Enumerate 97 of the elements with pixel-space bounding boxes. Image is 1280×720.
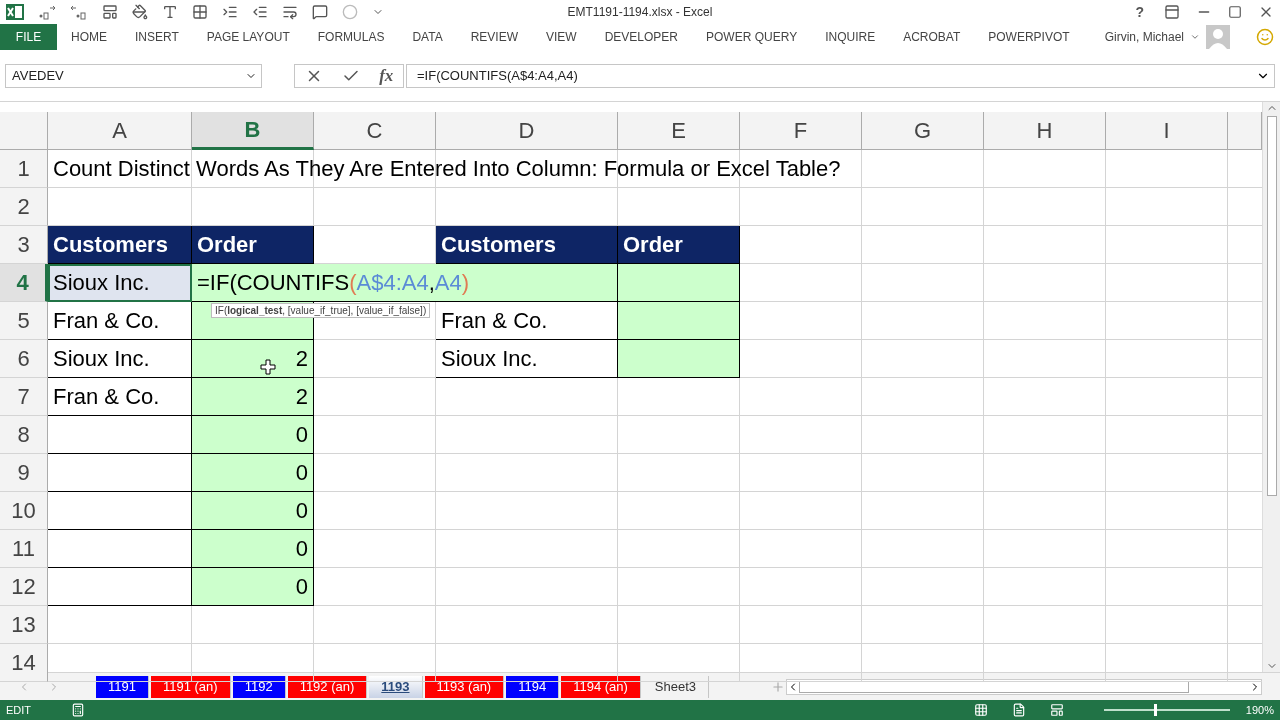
table-cell[interactable] <box>48 568 192 606</box>
borders-icon[interactable] <box>192 4 208 20</box>
row-header[interactable]: 14 <box>0 644 48 682</box>
table-cell[interactable]: 0 <box>192 454 314 492</box>
ribbon-tab[interactable]: ACROBAT <box>889 24 975 50</box>
active-cell[interactable]: Sioux Inc. <box>48 264 192 302</box>
table-cell[interactable] <box>618 302 740 340</box>
row-header[interactable]: 4 <box>0 264 48 302</box>
decimal-increase-icon[interactable] <box>38 4 56 20</box>
ribbon-tab[interactable]: POWERPIVOT <box>974 24 1084 50</box>
table-cell[interactable]: Sioux Inc. <box>436 340 618 378</box>
table-cell[interactable]: 0 <box>192 530 314 568</box>
table-cell[interactable] <box>618 264 740 302</box>
ribbon-tab[interactable]: REVIEW <box>456 24 532 50</box>
normal-view-icon[interactable] <box>973 703 988 717</box>
table-cell[interactable] <box>48 454 192 492</box>
ribbon-tab[interactable]: HOME <box>57 24 121 50</box>
row-header[interactable]: 3 <box>0 226 48 264</box>
column-header[interactable]: E <box>618 112 740 150</box>
column-header[interactable]: D <box>436 112 618 150</box>
calculator-icon[interactable] <box>71 703 86 717</box>
row-header[interactable]: 12 <box>0 568 48 606</box>
table-cell[interactable] <box>618 340 740 378</box>
mode-indicator: EDIT <box>6 704 32 716</box>
header-cell[interactable]: Customers <box>48 226 192 264</box>
sheet-tab[interactable]: Sheet3 <box>642 675 710 698</box>
ribbon-tab[interactable]: POWER QUERY <box>692 24 812 50</box>
indent-decrease-icon[interactable] <box>252 4 268 20</box>
paint-bucket-icon[interactable] <box>132 4 148 20</box>
caret-icon[interactable] <box>1190 32 1200 42</box>
comment-icon[interactable] <box>312 4 328 20</box>
header-cell[interactable]: Customers <box>436 226 618 264</box>
column-header[interactable]: B <box>192 112 314 150</box>
row-header[interactable]: 5 <box>0 302 48 340</box>
row-header[interactable]: 6 <box>0 340 48 378</box>
table-cell[interactable]: 2 <box>192 340 314 378</box>
ribbon-tab[interactable]: DATA <box>398 24 457 50</box>
page-break-view-icon[interactable] <box>1049 703 1064 717</box>
table-cell[interactable] <box>48 492 192 530</box>
maximize-icon[interactable] <box>1228 5 1242 19</box>
sheet-title[interactable]: Count Distinct Words As They Are Entered Into Column: Formula or Excel Table? <box>48 150 984 188</box>
insert-function-button[interactable]: fx <box>379 65 394 86</box>
user-name[interactable]: Girvin, Michael <box>1104 30 1184 44</box>
header-cell[interactable]: Order <box>618 226 740 264</box>
table-cell[interactable]: Sioux Inc. <box>48 340 192 378</box>
header-cell[interactable]: Order <box>192 226 314 264</box>
column-header[interactable]: G <box>862 112 984 150</box>
ribbon-tab[interactable]: INSERT <box>121 24 193 50</box>
row-header[interactable]: 11 <box>0 530 48 568</box>
formula-input[interactable]: =IF(COUNTIFS(A$4:A4,A4) <box>406 63 1275 88</box>
ribbon-tab[interactable]: PAGE LAYOUT <box>192 24 304 50</box>
ribbon-tab[interactable]: INQUIRE <box>811 24 890 50</box>
table-cell[interactable]: 0 <box>192 568 314 606</box>
row-header[interactable]: 10 <box>0 492 48 530</box>
column-header[interactable]: A <box>48 112 192 150</box>
column-header[interactable]: C <box>314 112 436 150</box>
font-color-icon[interactable] <box>162 4 178 20</box>
ribbon-tab[interactable]: FORMULAS <box>303 24 399 50</box>
indent-increase-icon[interactable] <box>222 4 238 20</box>
decimal-decrease-icon[interactable] <box>70 4 88 20</box>
zoom-thumb[interactable] <box>1154 704 1158 716</box>
table-cell[interactable] <box>48 416 192 454</box>
window-title: EMT1191-1194.xlsx - Excel <box>567 5 713 19</box>
formula-edit-cell[interactable]: =IF(COUNTIFS(A$4:A4,A4) <box>192 264 618 302</box>
file-tab[interactable]: FILE <box>0 24 57 50</box>
table-cell[interactable]: 0 <box>192 416 314 454</box>
row-header[interactable]: 9 <box>0 454 48 492</box>
vertical-scrollbar[interactable] <box>1262 102 1280 672</box>
ribbon-tab[interactable]: VIEW <box>532 24 591 50</box>
column-header[interactable]: I <box>1106 112 1228 150</box>
table-cell[interactable]: Fran & Co. <box>436 302 618 340</box>
scroll-thumb[interactable] <box>799 680 1189 693</box>
zoom-level[interactable]: 190% <box>1245 704 1274 716</box>
table-cell[interactable]: Fran & Co. <box>48 302 192 340</box>
cell-cursor-icon <box>260 359 276 375</box>
row-header[interactable]: 13 <box>0 606 48 644</box>
table-cell[interactable]: 0 <box>192 492 314 530</box>
row-header[interactable]: 1 <box>0 150 48 188</box>
ribbon-tab[interactable]: DEVELOPER <box>590 24 692 50</box>
column-header[interactable]: H <box>984 112 1106 150</box>
format-icon[interactable] <box>102 4 118 20</box>
table-cell[interactable]: 2 <box>192 378 314 416</box>
ribbon-display-icon[interactable] <box>1164 4 1180 20</box>
page-layout-view-icon[interactable] <box>1011 703 1026 717</box>
row-header[interactable]: 7 <box>0 378 48 416</box>
row-header[interactable]: 2 <box>0 188 48 226</box>
row-header[interactable]: 8 <box>0 416 48 454</box>
excel-logo-icon <box>6 3 24 21</box>
table-cell[interactable]: Fran & Co. <box>48 378 192 416</box>
help-button[interactable]: ? <box>1131 4 1148 20</box>
column-header[interactable]: F <box>740 112 862 150</box>
name-box[interactable]: AVEDEV <box>5 63 262 88</box>
table-cell[interactable] <box>48 530 192 568</box>
wrap-text-icon[interactable] <box>282 4 298 20</box>
function-tooltip: IF(logical_test, [value_if_true], [value_if_false]) <box>211 303 431 318</box>
scroll-thumb[interactable] <box>1266 116 1277 496</box>
avatar-icon <box>1206 25 1230 49</box>
